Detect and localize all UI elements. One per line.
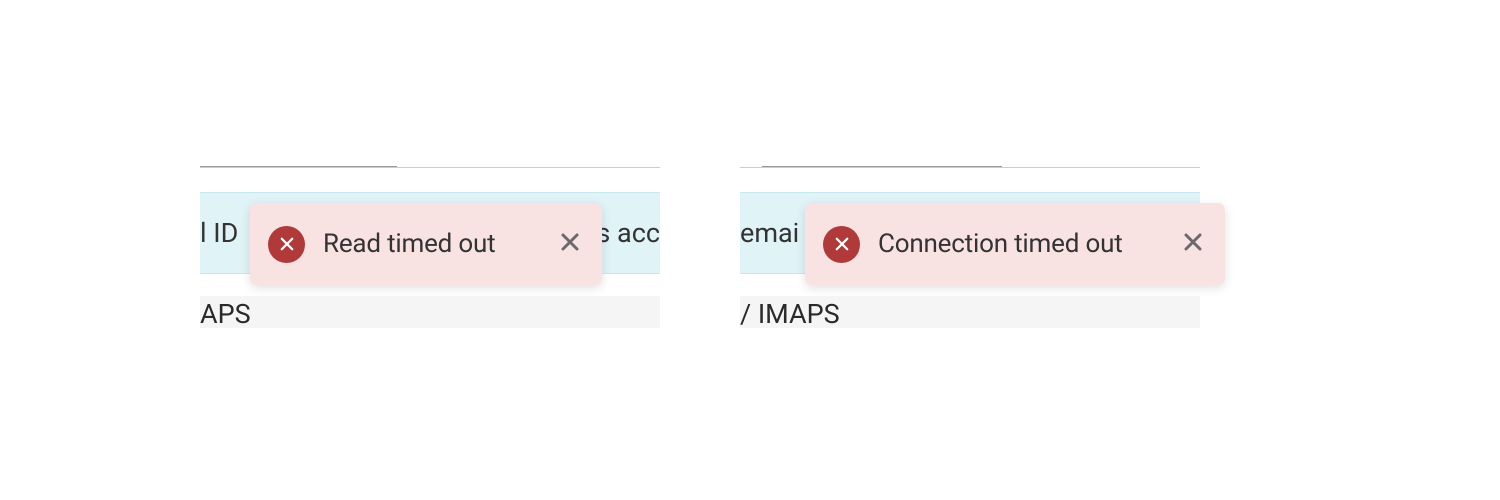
background-text-left: emai — [740, 217, 799, 249]
background-text-left: l ID — [200, 217, 238, 249]
background-text-right: s acc — [596, 217, 660, 249]
error-toast: Read timed out — [250, 203, 602, 285]
error-icon — [823, 226, 860, 263]
close-button[interactable] — [556, 230, 584, 258]
divider-row — [740, 160, 1200, 168]
plain-row: / IMAPS — [740, 296, 1200, 328]
toast-message: Connection timed out — [878, 229, 1161, 259]
divider-segment — [762, 163, 1002, 167]
error-toast: Connection timed out — [805, 203, 1225, 285]
toast-message: Read timed out — [323, 229, 538, 259]
divider-segment — [200, 163, 397, 167]
plain-row-text: APS — [200, 298, 251, 328]
error-icon — [268, 226, 305, 263]
divider-row — [200, 160, 660, 168]
plain-row-text: / IMAPS — [740, 298, 840, 328]
close-icon — [1181, 230, 1205, 258]
close-icon — [558, 230, 582, 258]
close-button[interactable] — [1179, 230, 1207, 258]
plain-row: APS — [200, 296, 660, 328]
